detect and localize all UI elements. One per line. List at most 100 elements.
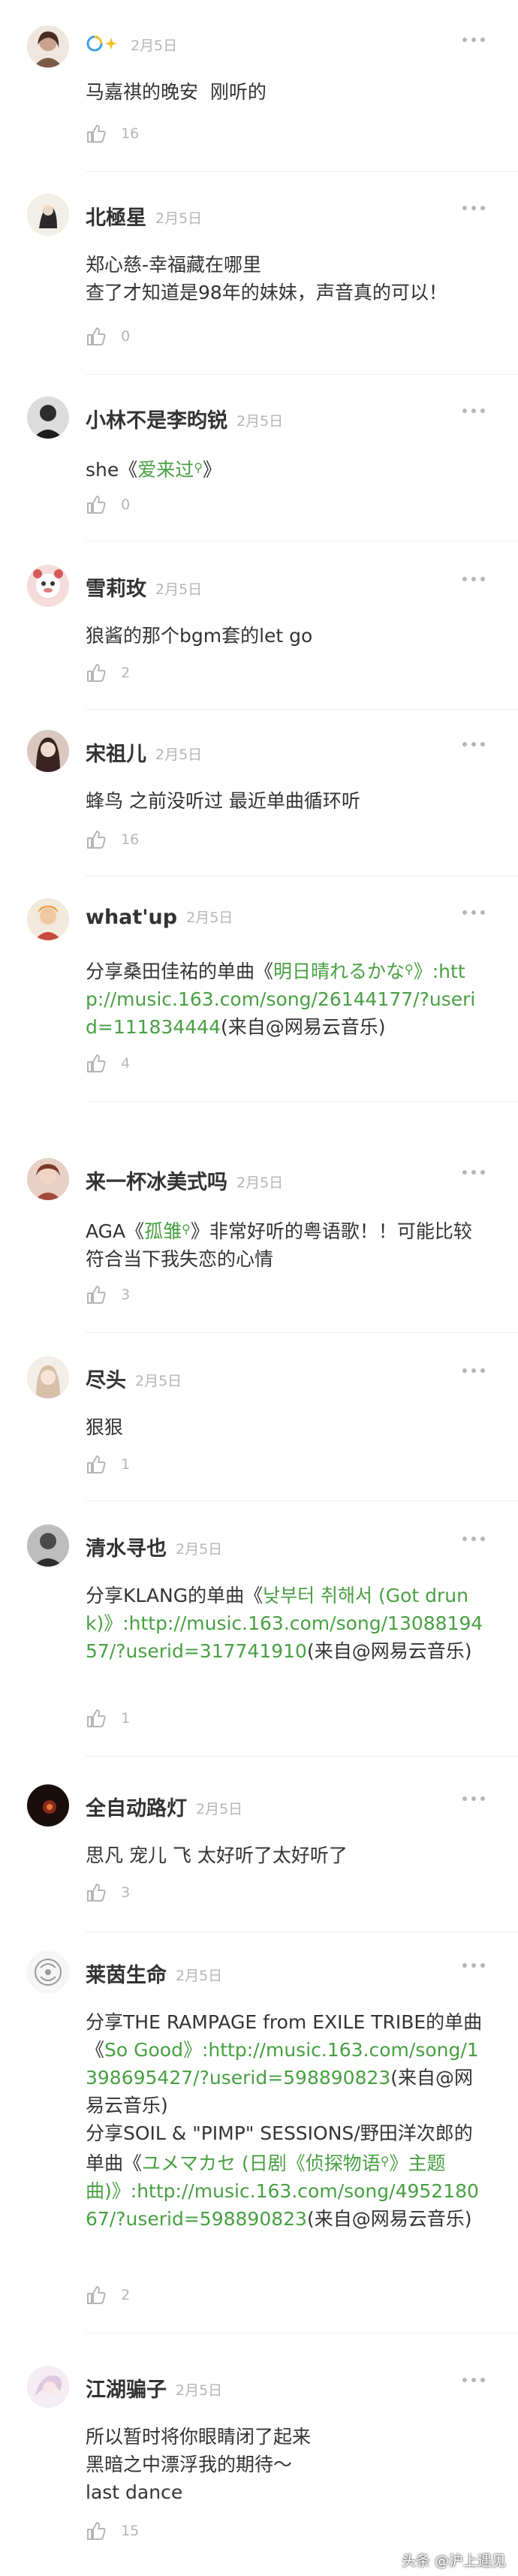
avatar[interactable]: [27, 26, 69, 68]
comment-text: 蜂鸟 之前没听过 最近单曲循环听: [86, 790, 360, 812]
like-button[interactable]: 2: [86, 2285, 130, 2307]
thumbs-up-icon: [87, 327, 106, 345]
like-button[interactable]: 2: [86, 662, 130, 685]
like-count: 3: [121, 1884, 131, 1901]
like-button[interactable]: 1: [86, 1454, 130, 1477]
more-options-icon[interactable]: [462, 1534, 488, 1544]
comment-date: 2月5日: [176, 2382, 223, 2399]
username[interactable]: 宋祖儿 2月5日: [86, 738, 202, 767]
comment-text: 狠狠: [86, 1416, 124, 1438]
comment-text: 分享桑田佳祐的单曲《明日晴れるかな⚲》:http://music.163.com…: [86, 961, 476, 1038]
comment-date: 2月5日: [236, 1175, 284, 1191]
avatar[interactable]: [27, 2366, 69, 2408]
thumbs-up-icon: [87, 1054, 106, 1072]
search-icon: ⚲: [194, 460, 203, 475]
comment-date: 2月5日: [155, 210, 203, 227]
comment-text: 狼酱的那个bgm套的let go: [86, 625, 313, 647]
comment-date: 2月5日: [155, 747, 203, 763]
username[interactable]: 北極星 2月5日: [86, 201, 202, 231]
comment-date: 2月5日: [196, 1801, 243, 1817]
comment-text: AGA《孤雏⚲》非常好听的粤语歌！！可能比较符合当下我失恋的心情: [86, 1220, 472, 1270]
avatar[interactable]: [27, 730, 69, 772]
comment-date: 2月5日: [155, 581, 203, 598]
thumbs-up-icon: [87, 496, 106, 514]
search-icon: ⚲: [182, 1222, 191, 1236]
like-count: 2: [121, 2287, 131, 2303]
username[interactable]: 2月5日: [86, 33, 177, 59]
avatar[interactable]: [27, 1356, 69, 1398]
username[interactable]: 江湖骗子 2月5日: [86, 2373, 222, 2403]
comment-date: 2月5日: [131, 38, 178, 54]
comment-text: 分享THE RAMPAGE from EXILE TRIBE的单曲《So Goo…: [86, 2011, 483, 2230]
like-count: 0: [121, 496, 131, 513]
comment-text: 所以暂时将你眼睛闭了起来 黑暗之中漂浮我的期待～ last dance: [86, 2426, 312, 2503]
comment-feed: 2月5日 马嘉祺的晚安 刚听的 16 北極星 2月5日 郑心慈-幸福藏在哪里 查了…: [0, 0, 518, 2576]
comment-text: 郑心慈-幸福藏在哪里 查了才知道是98年的妹妹，声音真的可以！: [86, 254, 447, 303]
song-link[interactable]: 爱来过: [137, 459, 194, 481]
avatar[interactable]: [27, 1784, 69, 1826]
thumbs-up-icon: [87, 1709, 106, 1727]
like-button[interactable]: 3: [86, 1284, 130, 1307]
username[interactable]: 尽头 2月5日: [86, 1364, 182, 1393]
more-options-icon[interactable]: [462, 1365, 488, 1376]
like-count: 16: [121, 125, 140, 142]
username[interactable]: 雪莉玫 2月5日: [86, 572, 202, 602]
vip-swirl-icon: [86, 33, 122, 59]
more-options-icon[interactable]: [462, 2375, 488, 2385]
thumbs-up-icon: [87, 2286, 106, 2304]
avatar[interactable]: [27, 898, 69, 940]
username[interactable]: 全自动路灯 2月5日: [86, 1792, 242, 1821]
username[interactable]: 来一杯冰美式吗 2月5日: [86, 1166, 283, 1195]
avatar[interactable]: [27, 397, 69, 439]
more-options-icon[interactable]: [462, 574, 488, 584]
like-button[interactable]: 0: [86, 326, 130, 348]
search-icon: ⚲: [380, 2154, 390, 2168]
username[interactable]: 清水寻也 2月5日: [86, 1532, 222, 1561]
thumbs-up-icon: [87, 2522, 106, 2540]
more-options-icon[interactable]: [462, 1793, 488, 1804]
more-options-icon[interactable]: [462, 1960, 488, 1971]
like-button[interactable]: 16: [86, 829, 139, 852]
song-link[interactable]: So Good: [104, 2039, 183, 2061]
song-link[interactable]: 孤雏: [144, 1220, 182, 1242]
more-options-icon[interactable]: [462, 35, 488, 45]
like-count: 1: [121, 1710, 131, 1727]
comment-text: 马嘉祺的晚安 刚听的: [86, 81, 267, 103]
thumbs-up-icon: [87, 1455, 106, 1474]
avatar[interactable]: [27, 565, 69, 607]
username[interactable]: 莱茵生命 2月5日: [86, 1959, 222, 1988]
like-button[interactable]: 4: [86, 1053, 130, 1075]
avatar[interactable]: [27, 1951, 69, 1993]
username[interactable]: 小林不是李昀锐 2月5日: [86, 404, 283, 433]
comment-text: 分享KLANG的单曲《낮부터 취해서 (Got drunk)》:http://m…: [86, 1585, 483, 1662]
more-options-icon[interactable]: [462, 1167, 488, 1178]
username[interactable]: what'up 2月5日: [86, 906, 233, 929]
avatar[interactable]: [27, 1525, 69, 1567]
more-options-icon[interactable]: [462, 739, 488, 750]
like-button[interactable]: 0: [86, 494, 130, 517]
divider: [86, 1756, 518, 1757]
comment-text: she《爱来过⚲》: [86, 459, 222, 481]
like-button[interactable]: 16: [86, 123, 139, 146]
like-count: 15: [121, 2523, 140, 2539]
more-options-icon[interactable]: [462, 406, 488, 416]
thumbs-up-icon: [87, 664, 106, 682]
avatar[interactable]: [27, 194, 69, 236]
more-options-icon[interactable]: [462, 203, 488, 213]
like-button[interactable]: 15: [86, 2520, 139, 2543]
thumbs-up-icon: [87, 831, 106, 849]
comment-text: 思凡 宠儿 飞 太好听了太好听了: [86, 1845, 348, 1866]
thumbs-up-icon: [87, 125, 106, 143]
avatar[interactable]: [27, 1158, 69, 1200]
watermark: 头条 @沪上遇见: [401, 2553, 506, 2569]
like-button[interactable]: 1: [86, 1708, 130, 1730]
thumbs-up-icon: [87, 1884, 106, 1902]
song-link[interactable]: ユメマカセ (日剧《侦探物语: [142, 2152, 381, 2174]
divider: [86, 171, 518, 172]
divider: [86, 1101, 518, 1102]
song-link[interactable]: 明日晴れるかな: [273, 961, 405, 982]
divider: [86, 1332, 518, 1333]
like-count: 3: [121, 1286, 131, 1303]
like-button[interactable]: 3: [86, 1882, 130, 1905]
more-options-icon[interactable]: [462, 907, 488, 918]
